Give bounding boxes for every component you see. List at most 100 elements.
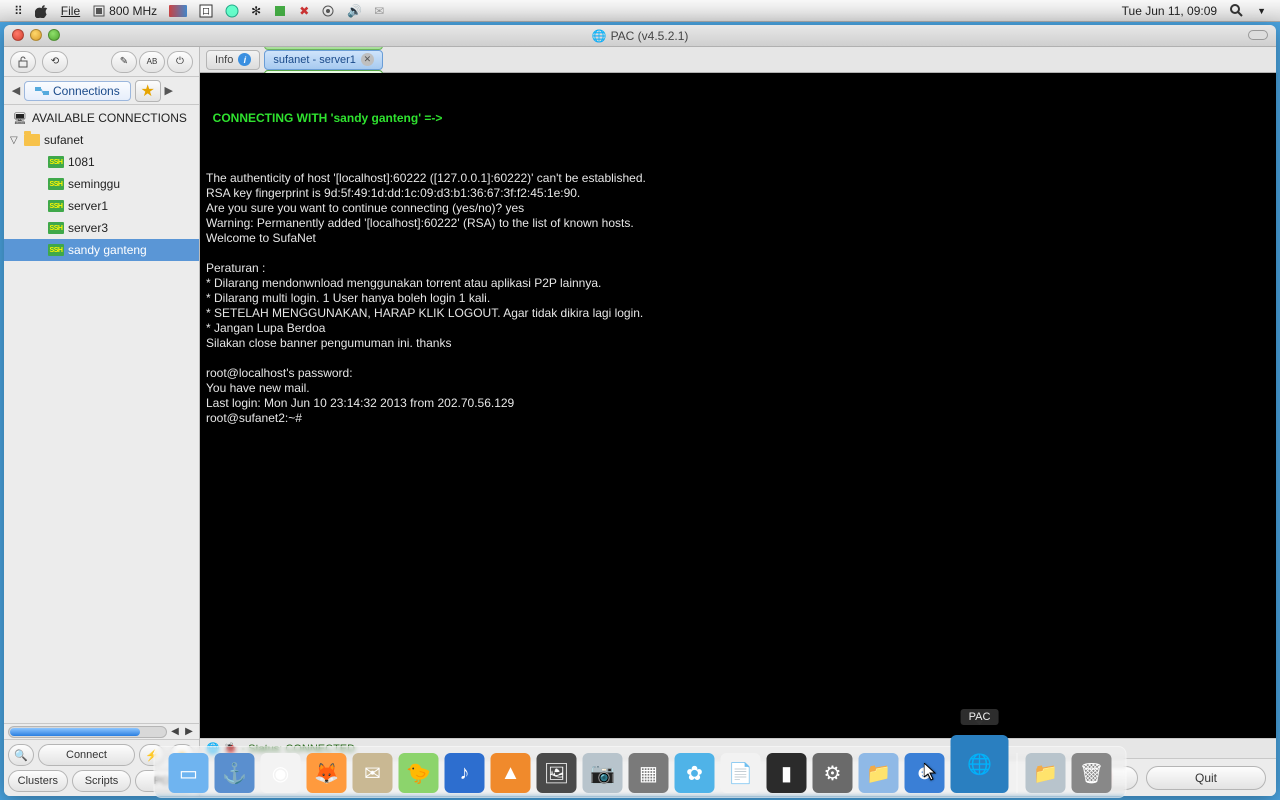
tray-globe-icon[interactable] [219,4,245,18]
search-button[interactable]: 🔍 [8,744,34,766]
tree-item[interactable]: SSH server3 [4,217,199,239]
tab-prev[interactable]: ◀ [8,81,24,101]
dock-folder-icon[interactable]: 📁 [1026,753,1066,793]
tree-item-label: server3 [68,221,108,235]
dock-tooltip: PAC [961,709,999,725]
scrollbar-thumb[interactable] [10,728,140,736]
window-title: PAC (v4.5.2.1) [611,29,689,43]
power-button[interactable]: ⏻ [167,51,193,73]
tray-puzzle-icon[interactable] [267,4,293,18]
dock-terminal-icon[interactable]: ▮ [767,753,807,793]
dock-chrome-icon[interactable]: ◉ [261,753,301,793]
dock: ▭⚓◉🦊✉🐤♪▲🖼📷▦✿📄▮⚙📁☻🌐PAC📁🗑 [154,746,1127,798]
sidebar-hscroll[interactable]: ◀ ▶ [4,723,199,739]
scroll-left[interactable]: ◀ [169,726,181,737]
tree-folder-sufanet[interactable]: ▽ sufanet [4,129,199,151]
unlock-button[interactable] [10,51,36,73]
clock[interactable]: Tue Jun 11, 09:09 [1116,4,1223,18]
tree-item[interactable]: SSH seminggu [4,173,199,195]
titlebar-pill[interactable] [1248,30,1268,40]
spotlight-icon[interactable] [1223,3,1251,19]
info-icon: i [238,53,251,66]
terminal-header: CONNECTING WITH 'sandy ganteng' =-> [206,111,1270,126]
dock-editor-icon[interactable]: 📄 [721,753,761,793]
expander-icon[interactable]: ▽ [10,135,20,146]
dock-mail-icon[interactable]: ✉ [353,753,393,793]
tray-icon-2[interactable]: 口 [193,4,219,18]
dock-pidgin-icon[interactable]: 🐤 [399,753,439,793]
menubar: ⠿ File 800 MHz 口 ✻ ✖ 🔊 ✉ Tue Jun 11, 09:… [0,0,1280,22]
tree-item-label: server1 [68,199,108,213]
tray-close-icon[interactable]: ✖ [293,4,315,18]
scroll-right[interactable]: ▶ [183,726,195,737]
dock-finder-icon[interactable]: ☻ [905,753,945,793]
quit-button[interactable]: Quit [1146,766,1266,790]
available-connections-header[interactable]: 🖥 AVAILABLE CONNECTIONS [4,107,199,129]
ssh-icon: SSH [48,178,64,190]
dock-anchor-icon[interactable]: ⚓ [215,753,255,793]
tray-icon-1[interactable] [163,5,193,17]
dock-firefox-icon[interactable]: 🦊 [307,753,347,793]
dock-vlc-icon[interactable]: ▲ [491,753,531,793]
ssh-icon: SSH [48,200,64,212]
titlebar[interactable]: 🌐 PAC (v4.5.2.1) [4,25,1276,47]
dock-fan-icon[interactable]: ✿ [675,753,715,793]
close-icon[interactable]: ✕ [361,53,374,66]
apple-menu[interactable] [29,4,55,18]
dock-show-desktop-icon[interactable]: ▭ [169,753,209,793]
dock-settings-icon[interactable]: ⚙ [813,753,853,793]
ssh-icon: SSH [48,156,64,168]
mail-tray-icon[interactable]: ✉ [368,4,390,18]
tray-network-icon[interactable] [315,4,341,18]
tree-item-label: seminggu [68,177,120,191]
connections-tree: 🖥 AVAILABLE CONNECTIONS ▽ sufanet SSH 108… [4,105,199,723]
tab-next[interactable]: ▶ [161,81,177,101]
tab-info[interactable]: Infoi [206,50,260,70]
minimize-button[interactable] [30,29,42,41]
file-menu[interactable]: File [55,4,86,18]
session-tab[interactable]: sufanet - server1 ✕ [264,50,383,70]
connections-tab[interactable]: Connections [24,81,131,101]
close-button[interactable] [12,29,24,41]
refresh-button[interactable]: ⟲ [42,51,68,73]
globe-icon: 🌐 [592,29,607,43]
dock-files-icon[interactable]: 📁 [859,753,899,793]
terminal[interactable]: CONNECTING WITH 'sandy ganteng' =-> The … [200,73,1276,738]
clusters-button[interactable]: Clusters [8,770,68,792]
ssh-icon: SSH [48,244,64,256]
tree-item[interactable]: SSH 1081 [4,151,199,173]
tree-item[interactable]: SSH sandy ganteng [4,239,199,261]
chevron-down-icon[interactable]: ▼ [1251,6,1272,16]
tree-item-label: 1081 [68,155,95,169]
zoom-button[interactable] [48,29,60,41]
cpu-indicator: 800 MHz [86,4,163,18]
dock-music-icon[interactable]: ♪ [445,753,485,793]
dock-divider [1017,753,1018,793]
tab-label: sufanet - server1 [273,54,356,66]
dock-pac-icon[interactable]: 🌐PAC [951,735,1009,793]
dock-photos-icon[interactable]: 🖼 [537,753,577,793]
sidebar-tabs: ◀ Connections ★ ▶ [4,77,199,105]
ssh-icon: SSH [48,222,64,234]
app-window: 🌐 PAC (v4.5.2.1) ⟲ ✎ AB ⏻ ◀ Connections [4,25,1276,796]
dock-calculator-icon[interactable]: ▦ [629,753,669,793]
svg-text:口: 口 [202,7,210,16]
terminal-output: The authenticity of host '[localhost]:60… [206,156,1270,426]
favorites-tab[interactable]: ★ [135,80,161,102]
tree-item[interactable]: SSH server1 [4,195,199,217]
traffic-lights [12,29,60,41]
volume-icon[interactable]: 🔊 [341,4,368,18]
edit-button[interactable]: ✎ [111,51,137,73]
session-tabs: Infoi sufanet - 1081✕sufanet - server1✕s… [200,47,1276,73]
rename-button[interactable]: AB [139,51,165,73]
dock-camera-icon[interactable]: 📷 [583,753,623,793]
grip-icon[interactable]: ⠿ [8,4,29,18]
monitor-icon: 🖥 [12,110,28,126]
connect-button[interactable]: Connect [38,744,135,766]
tree-item-label: sandy ganteng [68,243,147,257]
tray-gear-icon[interactable]: ✻ [245,4,267,18]
folder-icon [24,134,40,146]
sidebar: ⟲ ✎ AB ⏻ ◀ Connections ★ ▶ 🖥 [4,47,200,796]
scripts-button[interactable]: Scripts [72,770,132,792]
dock-trash-icon[interactable]: 🗑 [1072,753,1112,793]
